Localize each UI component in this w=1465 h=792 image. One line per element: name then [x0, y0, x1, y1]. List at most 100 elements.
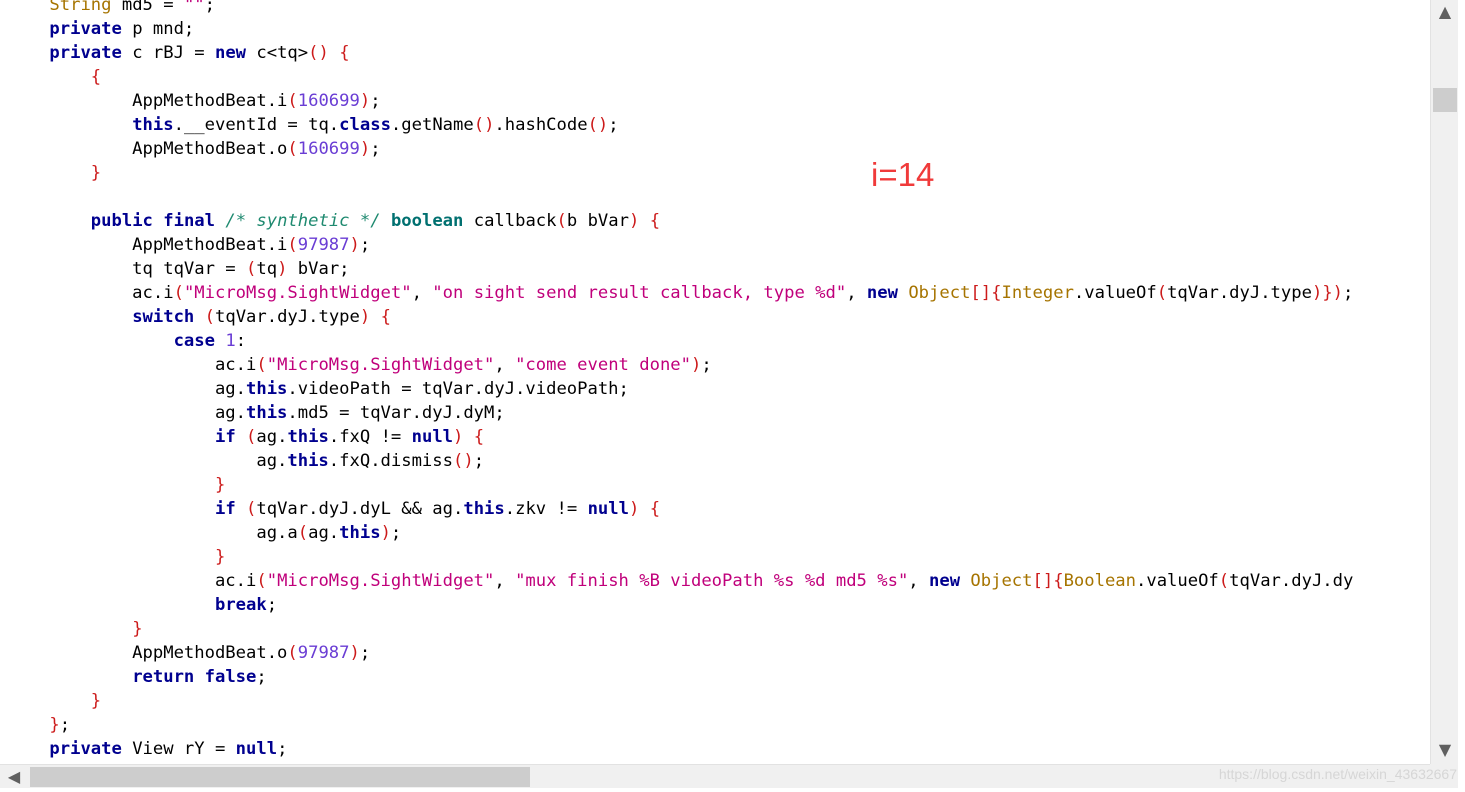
code-token: :: [235, 331, 247, 351]
code-token: }): [1322, 283, 1344, 303]
code-token: private: [49, 739, 122, 759]
code-token: ): [359, 307, 371, 327]
code-line: ac.i("MicroMsg.SightWidget", "mux finish…: [8, 569, 1353, 593]
code-token: ;: [266, 595, 278, 615]
code-token: (: [173, 283, 184, 303]
code-token: null: [235, 739, 278, 759]
code-token: switch: [132, 307, 195, 327]
code-line: AppMethodBeat.i(160699);: [8, 89, 1353, 113]
code-token: ag.: [8, 451, 288, 471]
code-token: {: [649, 211, 661, 231]
code-token: final: [163, 211, 215, 231]
code-token: (: [1218, 571, 1230, 591]
code-token: (: [287, 91, 298, 111]
code-token: AppMethodBeat.i: [8, 235, 288, 255]
code-token: .valueOf: [1073, 283, 1157, 303]
code-token: ,: [846, 283, 867, 303]
code-token: ag.: [8, 379, 246, 399]
code-token: tq: [256, 259, 278, 279]
code-token: ): [359, 139, 371, 159]
code-token: ,: [908, 571, 929, 591]
code-token: /* synthetic */: [225, 211, 381, 231]
code-token: }: [214, 547, 226, 567]
code-line: this.__eventId = tq.class.getName().hash…: [8, 113, 1353, 137]
code-line: }: [8, 617, 1353, 641]
code-token: (): [452, 451, 474, 471]
code-token: {: [1053, 571, 1064, 591]
vertical-scroll-thumb[interactable]: [1433, 88, 1457, 112]
code-token: ,: [494, 355, 516, 375]
code-token: }: [49, 715, 60, 735]
code-token: ): [349, 235, 360, 255]
code-token: ag.: [8, 403, 246, 423]
code-token: (: [246, 427, 257, 447]
code-token: (: [287, 643, 298, 663]
scroll-left-icon[interactable]: ◀: [4, 767, 24, 787]
code-token: this: [246, 379, 288, 399]
code-token: .fxQ.dismiss: [328, 451, 453, 471]
code-token: tqVar.dyJ.dy: [1229, 571, 1354, 591]
code-token: p mnd;: [121, 19, 195, 39]
code-line: break;: [8, 593, 1353, 617]
code-token: c rBJ =: [121, 43, 215, 63]
code-token: .fxQ !=: [328, 427, 412, 447]
code-editor[interactable]: String md5 = ""; private p mnd; private …: [0, 0, 1430, 764]
code-token: {: [90, 67, 102, 87]
vertical-scrollbar[interactable]: ▲ ▼: [1430, 0, 1459, 764]
code-token: .__eventId = tq.: [173, 115, 340, 135]
code-token: return: [132, 667, 195, 687]
code-token: (: [297, 523, 309, 543]
code-token: ;: [359, 235, 371, 255]
code-token: "MicroMsg.SightWidget": [266, 355, 495, 375]
code-token: Object: [970, 571, 1033, 591]
code-token: {: [380, 307, 391, 327]
code-line: ac.i("MicroMsg.SightWidget", "on sight s…: [8, 281, 1353, 305]
code-line: AppMethodBeat.o(97987);: [8, 641, 1353, 665]
code-token: ;: [608, 115, 619, 135]
code-token: private: [49, 43, 122, 63]
code-token: new: [929, 571, 961, 591]
code-token: ;: [390, 523, 402, 543]
code-line: private c rBJ = new c<tq>() {: [8, 41, 1353, 65]
code-token: "mux finish %B videoPath %s %d md5 %s": [515, 571, 909, 591]
code-line: switch (tqVar.dyJ.type) {: [8, 305, 1353, 329]
code-token: (: [256, 571, 267, 591]
code-token: "on sight send result callback, type %d": [432, 283, 847, 303]
code-token: AppMethodBeat.i: [8, 91, 288, 111]
code-token: boolean: [390, 211, 464, 231]
code-token: {: [473, 427, 485, 447]
scroll-down-icon[interactable]: ▼: [1433, 740, 1457, 760]
code-token: []: [1032, 571, 1054, 591]
code-view[interactable]: String md5 = ""; private p mnd; private …: [8, 0, 1353, 761]
code-token: ): [277, 259, 288, 279]
code-token: }: [90, 163, 102, 183]
code-token: .valueOf: [1136, 571, 1219, 591]
code-token: []: [970, 283, 992, 303]
scroll-up-icon[interactable]: ▲: [1433, 2, 1457, 22]
horizontal-scroll-thumb[interactable]: [30, 767, 530, 787]
code-token: }: [90, 691, 102, 711]
code-line: String md5 = "";: [8, 0, 1353, 17]
code-token: case: [173, 331, 215, 351]
code-token: tqVar.dyJ.dyL && ag.: [256, 499, 464, 519]
code-line: ag.a(ag.this);: [8, 521, 1353, 545]
code-token: (: [256, 355, 267, 375]
code-line: ag.this.md5 = tqVar.dyJ.dyM;: [8, 401, 1353, 425]
window-bottom-edge: [0, 788, 1465, 792]
